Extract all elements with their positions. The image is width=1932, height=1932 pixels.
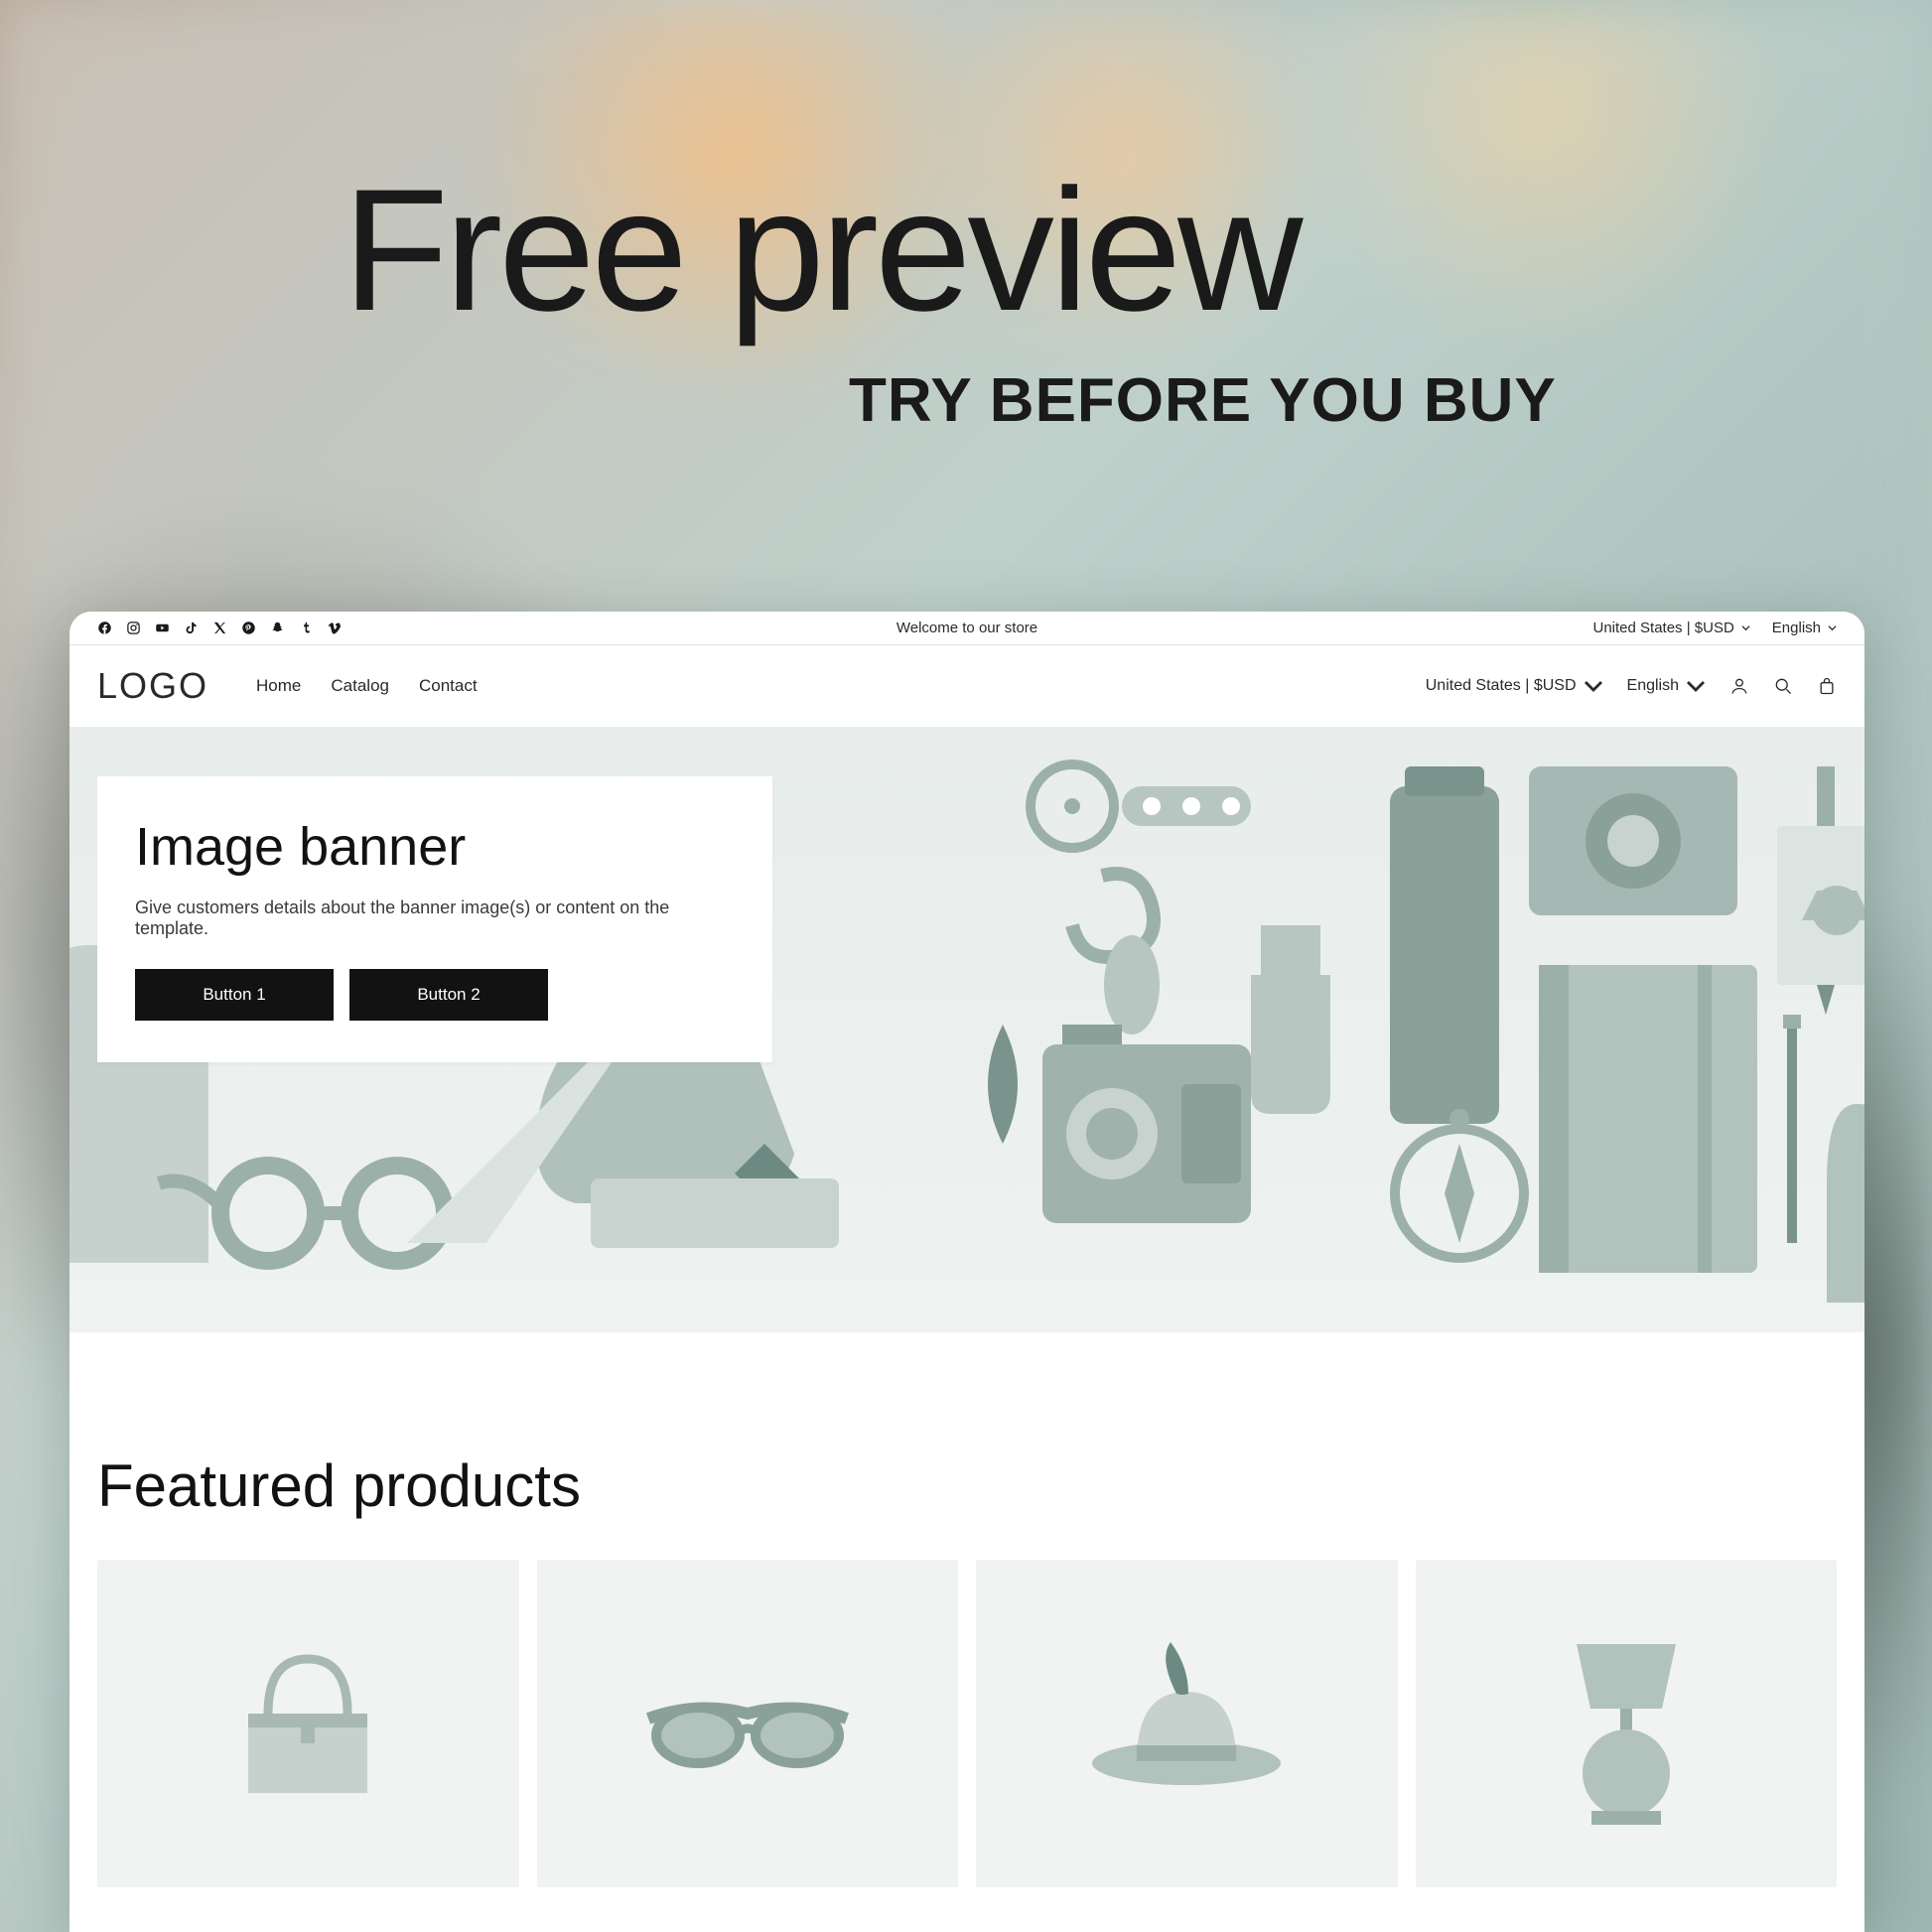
language-selector-header[interactable]: English [1627,676,1706,696]
chevron-down-icon [1686,676,1706,696]
promo-title: Free preview [343,164,1557,338]
hat-icon [1077,1624,1296,1823]
region-selector-top[interactable]: United States | $USD [1593,620,1750,636]
hero-banner: Image banner Give customers details abou… [69,727,1864,1332]
product-card[interactable] [976,1560,1398,1887]
tiktok-icon[interactable] [184,621,199,635]
account-icon[interactable] [1729,676,1749,696]
vimeo-icon[interactable] [328,621,343,635]
hero-card: Image banner Give customers details abou… [97,776,772,1062]
nav-home[interactable]: Home [256,676,301,696]
social-icons [97,621,343,635]
snapchat-icon[interactable] [270,621,285,635]
instagram-icon[interactable] [126,621,141,635]
nav-catalog[interactable]: Catalog [331,676,389,696]
language-selector-top[interactable]: English [1772,620,1837,636]
search-icon[interactable] [1773,676,1793,696]
store-logo[interactable]: LOGO [97,665,208,707]
hero-button-2[interactable]: Button 2 [349,969,548,1021]
product-card[interactable] [1416,1560,1838,1887]
region-selector-header[interactable]: United States | $USD [1426,676,1603,696]
pinterest-icon[interactable] [241,621,256,635]
cart-icon[interactable] [1817,676,1837,696]
chevron-down-icon [1584,676,1603,696]
featured-section: Featured products [69,1332,1864,1887]
product-card[interactable] [537,1560,959,1887]
promo-overlay: Free preview TRY BEFORE YOU BUY [343,164,1557,436]
featured-title: Featured products [97,1451,1837,1520]
product-grid [97,1560,1837,1887]
announcement-text: Welcome to our store [897,620,1037,636]
promo-subtitle: TRY BEFORE YOU BUY [849,365,1557,436]
facebook-icon[interactable] [97,621,112,635]
chevron-down-icon [1828,623,1837,632]
chevron-down-icon [1741,623,1750,632]
main-header: LOGO Home Catalog Contact United States … [69,645,1864,727]
hero-button-1[interactable]: Button 1 [135,969,334,1021]
announcement-bar: Welcome to our store United States | $US… [69,612,1864,645]
nav-contact[interactable]: Contact [419,676,478,696]
lamp-icon [1537,1614,1716,1833]
hero-title: Image banner [135,816,735,878]
tumblr-icon[interactable] [299,621,314,635]
handbag-icon [208,1624,407,1823]
product-card[interactable] [97,1560,519,1887]
x-icon[interactable] [212,621,227,635]
store-preview-window: Welcome to our store United States | $US… [69,612,1864,1932]
main-nav: Home Catalog Contact [256,676,478,696]
youtube-icon[interactable] [155,621,170,635]
hero-description: Give customers details about the banner … [135,897,735,939]
sunglasses-icon [628,1624,867,1823]
